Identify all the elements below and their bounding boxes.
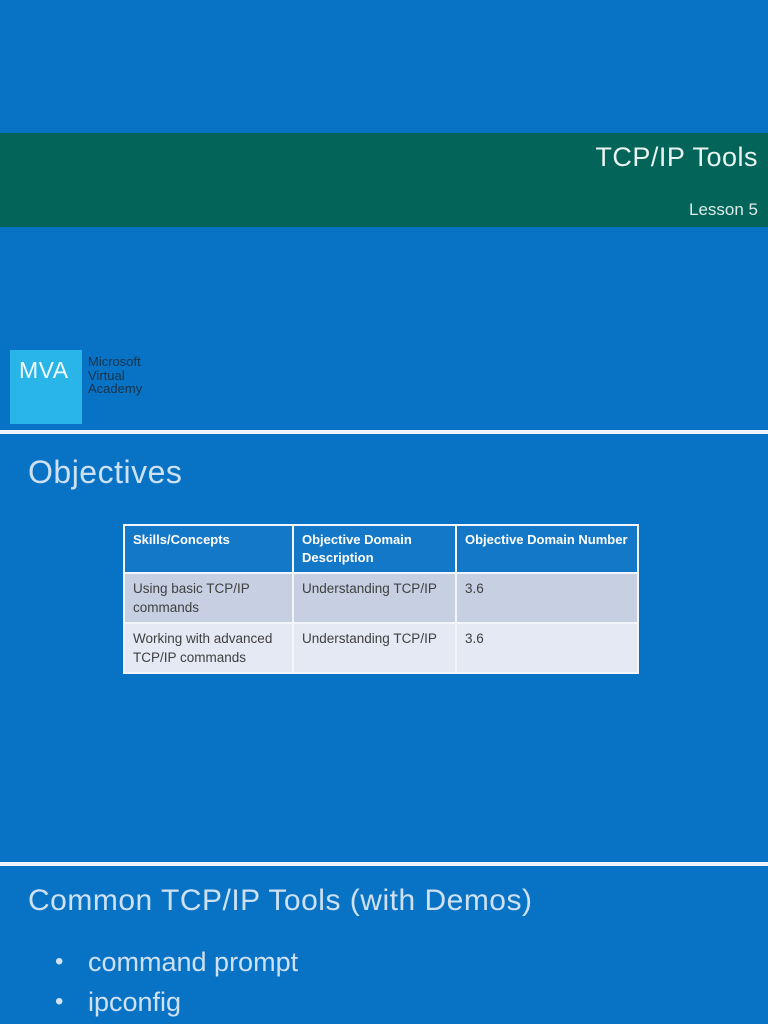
mva-logo-text: MVA xyxy=(19,357,69,383)
lesson-label: Lesson 5 xyxy=(689,200,758,219)
title-band: TCP/IP Tools Lesson 5 xyxy=(0,133,768,227)
bullet-text: ipconfig xyxy=(88,987,182,1017)
list-item: command prompt xyxy=(0,945,768,979)
list-item: ipconfig xyxy=(0,985,768,1019)
brand-line-2: Virtual xyxy=(88,367,125,383)
deck-title: TCP/IP Tools xyxy=(595,142,758,172)
tools-heading: Common TCP/IP Tools (with Demos) xyxy=(28,884,533,917)
cell-skills: Using basic TCP/IP commands xyxy=(123,572,294,624)
brand-line-3: Academy xyxy=(88,381,143,396)
cell-number: 3.6 xyxy=(455,622,639,674)
column-header-domain-description: Objective Domain Description xyxy=(292,524,457,574)
column-header-domain-number: Objective Domain Number xyxy=(455,524,639,574)
cell-description: Understanding TCP/IP xyxy=(292,622,457,674)
brand-line-1: Microsoft xyxy=(88,354,141,369)
slide-tools: Common TCP/IP Tools (with Demos) command… xyxy=(0,866,768,1024)
cell-number: 3.6 xyxy=(455,572,639,624)
mva-logo: MVA xyxy=(10,350,82,424)
cell-description: Understanding TCP/IP xyxy=(292,572,457,624)
slide-title-page: TCP/IP Tools Lesson 5 MVA Microsoft Virt… xyxy=(0,0,768,430)
cell-skills: Working with advanced TCP/IP commands xyxy=(123,622,294,674)
table-row: Using basic TCP/IP commands Understandin… xyxy=(123,572,639,624)
table-header-row: Skills/Concepts Objective Domain Descrip… xyxy=(123,524,639,574)
bullet-text: command prompt xyxy=(88,947,299,977)
tools-list: command prompt ipconfig xyxy=(0,945,768,1024)
objectives-table: Skills/Concepts Objective Domain Descrip… xyxy=(123,524,639,674)
brand-wordmark: Microsoft Virtual Academy xyxy=(88,355,142,396)
table-row: Working with advanced TCP/IP commands Un… xyxy=(123,622,639,674)
column-header-skills: Skills/Concepts xyxy=(123,524,294,574)
slide-objectives: Objectives Skills/Concepts Objective Dom… xyxy=(0,434,768,862)
objectives-heading: Objectives xyxy=(28,454,183,490)
